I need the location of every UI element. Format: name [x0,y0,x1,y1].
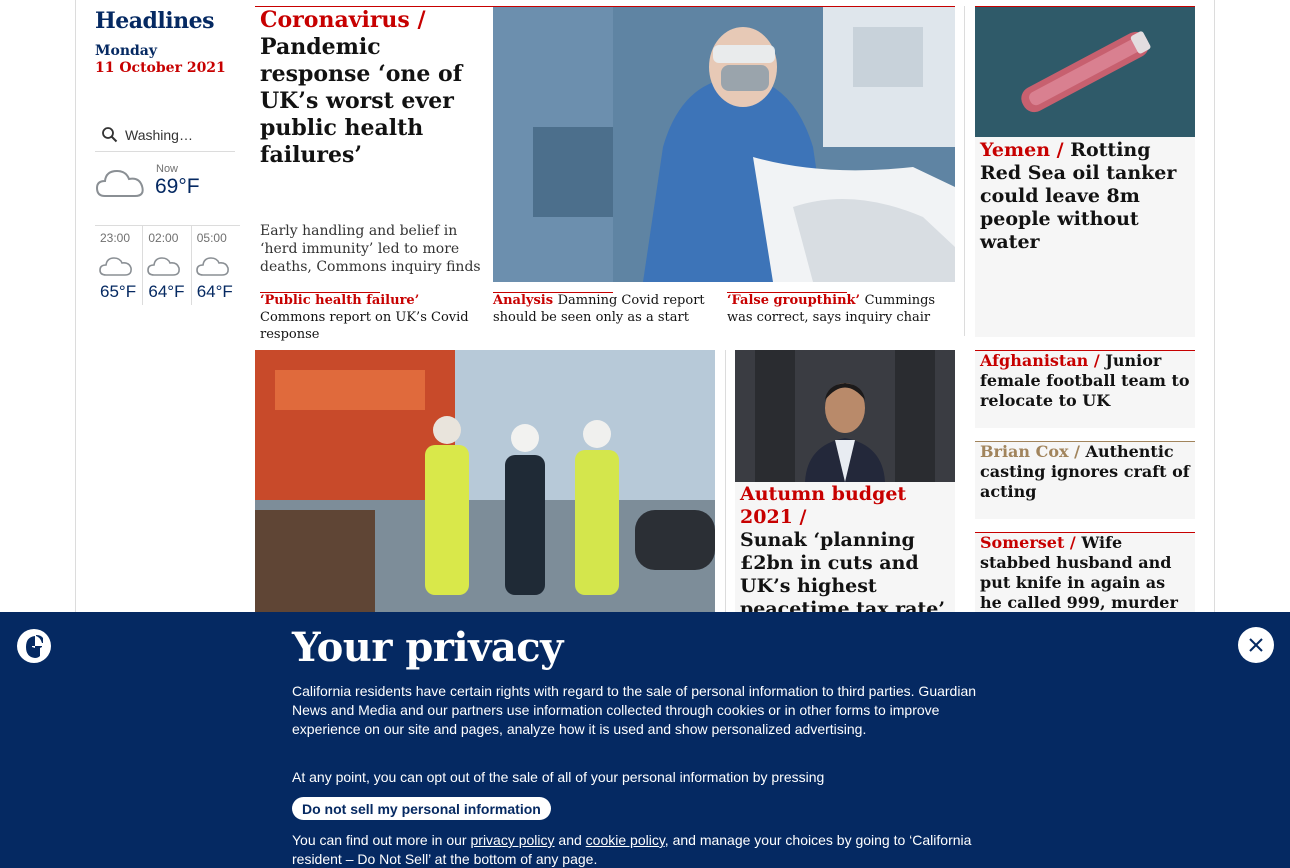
close-icon [1249,638,1263,652]
guardian-logo-icon[interactable] [16,628,52,664]
budget-kicker: Autumn budget 2021 / [740,483,907,528]
yemen-headline-link[interactable]: Yemen / Rotting Red Sea oil tanker could… [980,139,1190,254]
search-icon [102,126,118,142]
forecast-time: 23:00 [100,231,131,245]
lead-standfirst: Early handling and belief in ‘herd immun… [260,223,481,275]
forecast-slot: 05:00 64°F [192,226,240,305]
privacy-banner: Your privacy California residents have c… [0,612,1290,868]
sublink-kicker: ‘Public health failure’ [260,293,420,308]
column-divider [964,6,965,336]
forecast-time: 05:00 [196,231,227,245]
afghanistan-kicker: Afghanistan / [980,351,1100,370]
oil-tanker-photo [975,7,1195,137]
ship-deck-photo [255,350,715,612]
privacy-paragraph-1: California residents have certain rights… [292,683,977,737]
close-banner-button[interactable] [1238,627,1274,663]
lead-headline: Pandemic response ‘one of UK’s worst eve… [260,34,463,168]
date-label: 11 October 2021 [95,60,226,76]
privacy-paragraph-2: At any point, you can opt out of the sal… [292,769,825,785]
forecast-slot: 23:00 65°F [95,226,144,305]
weather-location-input[interactable]: Washing… [95,118,235,152]
privacy-p3-and: and [558,832,582,848]
sublink-kicker: ‘False groupthink’ [727,293,861,308]
column-divider [725,350,726,612]
sublink-kicker: Analysis [493,293,554,308]
day-label: Monday [95,43,158,59]
sublink-text: Commons report on UK’s Covid response [260,310,469,342]
sunak-photo [735,350,955,482]
lead-headline-link[interactable]: Coronavirus / Pandemic response ‘one of … [260,7,488,169]
privacy-title: Your privacy [292,624,563,671]
privacy-policy-link[interactable]: privacy policy [471,832,555,848]
cloudy-icon [195,257,229,276]
forecast-slot: 02:00 64°F [143,226,192,305]
privacy-paragraph-3: You can find out more in our privacy pol… [292,831,972,868]
weather-now-label: Now [156,163,179,175]
privacy-p3-start: You can find out more in our [292,832,467,848]
budget-headline: Sunak ‘planning £2bn in cuts and UK’s hi… [740,529,945,620]
cloudy-icon [95,169,144,197]
weather-now-temp: 69°F [155,175,200,198]
weather-forecast: 23:00 65°F 02:00 64°F 05:00 64°F [95,225,240,305]
cookie-policy-link[interactable]: cookie policy [586,832,665,848]
offshore-visit-image[interactable] [255,350,715,612]
sublink-false-groupthink[interactable]: ‘False groupthink’ Cummings was correct,… [727,292,949,326]
lead-image[interactable] [493,7,955,282]
afghanistan-headline-link[interactable]: Afghanistan / Junior female football tea… [980,351,1190,411]
yemen-kicker: Yemen / [980,139,1064,161]
covid-ward-photo [493,7,955,282]
sunak-image[interactable] [735,350,955,482]
brian-cox-headline-link[interactable]: Brian Cox / Authentic casting ignores cr… [980,442,1190,502]
sublink-analysis[interactable]: Analysis Damning Covid report should be … [493,292,713,326]
section-title[interactable]: Headlines [95,8,215,34]
lead-kicker: Coronavirus / [260,7,426,33]
somerset-kicker: Somerset / [980,533,1076,552]
sublink-public-health-failure[interactable]: ‘Public health failure’ Commons report o… [260,292,480,343]
budget-headline-link[interactable]: Autumn budget 2021 / Sunak ‘planning £2b… [740,483,952,621]
forecast-temp: 65°F [100,282,137,301]
do-not-sell-button[interactable]: Do not sell my personal information [292,797,551,820]
oil-tanker-image[interactable] [975,7,1195,137]
cloudy-icon [99,257,132,276]
brian-cox-kicker: Brian Cox / [980,442,1080,461]
forecast-temp: 64°F [196,282,233,301]
forecast-time: 02:00 [148,231,179,245]
forecast-temp: 64°F [148,282,185,301]
cloudy-icon [147,257,181,276]
weather-location-value: Washing… [125,126,193,143]
